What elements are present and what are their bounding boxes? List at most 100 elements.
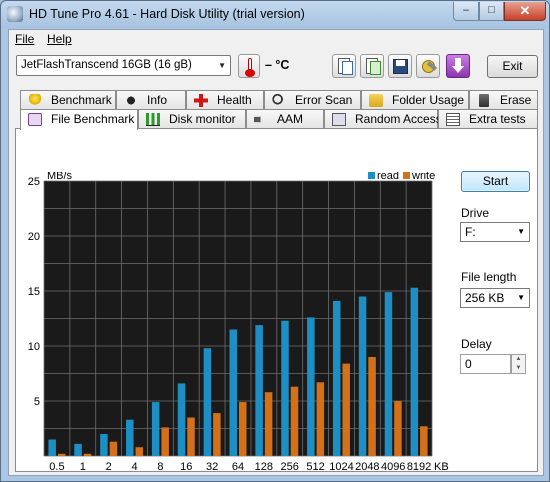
x-tick-label: 0.5 <box>49 461 64 473</box>
thermometer-icon[interactable] <box>238 54 260 78</box>
tab-disk-monitor[interactable]: Disk monitor <box>138 109 246 128</box>
save-button[interactable] <box>388 54 412 78</box>
tab-info-label: Info <box>147 93 168 107</box>
y-tick-label: 15 <box>28 286 40 298</box>
tab-aam[interactable]: AAM <box>246 109 324 128</box>
tab-disk-monitor-label: Disk monitor <box>169 112 236 126</box>
file-length-label: File length <box>461 270 517 284</box>
tab-file-benchmark-label: File Benchmark <box>51 112 135 126</box>
x-tick-label: 128 <box>255 461 273 473</box>
copy-text-button[interactable] <box>332 54 356 78</box>
x-tick-label: 2048 <box>355 461 379 473</box>
bar-write <box>83 453 92 456</box>
app-icon <box>7 6 23 22</box>
bar-write <box>394 401 402 456</box>
download-button[interactable] <box>446 54 470 78</box>
legend-swatch-write <box>403 172 410 179</box>
delay-spinner[interactable]: ▲ ▼ <box>511 354 526 374</box>
bar-read <box>410 287 419 456</box>
bar-read <box>255 325 263 456</box>
tab-random-access-label: Random Access <box>355 112 442 126</box>
bar-write <box>290 386 299 456</box>
spin-up-icon[interactable]: ▲ <box>512 355 525 364</box>
drive-select[interactable]: JetFlashTranscend 16GB (16 gB) ▼ <box>16 55 231 76</box>
tab-benchmark-label: Benchmark <box>51 93 112 107</box>
extra-tests-icon <box>446 113 460 126</box>
legend-write-label: write <box>411 172 435 182</box>
file-benchmark-icon <box>28 113 42 126</box>
x-tick-label: 1024 <box>329 461 353 473</box>
spin-down-icon[interactable]: ▼ <box>512 364 525 373</box>
tab-folder-usage-label: Folder Usage <box>392 93 465 107</box>
bar-read <box>177 383 186 456</box>
y-tick-label: 10 <box>28 341 40 353</box>
x-tick-label: 8192 <box>407 461 431 473</box>
bar-write <box>239 402 247 456</box>
file-length-dropdown[interactable]: 256 KB ▼ <box>460 288 530 308</box>
tab-health-label: Health <box>217 93 252 107</box>
bar-write <box>135 447 144 456</box>
bar-write <box>57 453 66 456</box>
title-bar[interactable]: HD Tune Pro 4.61 - Hard Disk Utility (tr… <box>1 1 549 28</box>
chevron-down-icon: ▼ <box>218 61 226 70</box>
x-tick-label: 16 <box>180 461 192 473</box>
x-tick-label: 4 <box>131 461 137 473</box>
bar-write <box>420 426 428 456</box>
y-axis-label: MB/s <box>47 172 73 182</box>
window-title: HD Tune Pro 4.61 - Hard Disk Utility (tr… <box>29 7 305 21</box>
random-access-icon <box>332 113 346 126</box>
tab-extra-tests[interactable]: Extra tests <box>438 109 538 128</box>
tab-error-scan[interactable]: Error Scan <box>264 90 361 109</box>
maximize-button[interactable]: □ <box>479 2 504 21</box>
bar-read <box>358 296 367 456</box>
x-tick-label: 512 <box>306 461 324 473</box>
bar-read <box>203 348 212 456</box>
x-tick-label: 64 <box>232 461 244 473</box>
trash-icon <box>479 94 489 107</box>
tab-erase[interactable]: Erase <box>469 90 538 109</box>
y-tick-label: 5 <box>34 396 40 408</box>
delay-input[interactable]: 0 <box>460 354 511 374</box>
x-unit-label: KB <box>434 461 449 473</box>
copy-image-button[interactable] <box>360 54 384 78</box>
bar-read <box>281 320 289 456</box>
benchmark-chart-svg: 5 10 15 20 25 0.5 1 2 4 8 16 32 64 128 256 512 1024 2048 4… <box>28 172 449 473</box>
tab-error-scan-label: Error Scan <box>295 93 353 107</box>
tab-random-access[interactable]: Random Access <box>324 109 442 128</box>
tab-aam-label: AAM <box>277 112 304 126</box>
exit-button[interactable]: Exit <box>487 55 538 78</box>
speaker-icon <box>254 113 266 126</box>
menu-help[interactable]: Help <box>47 32 72 46</box>
temperature-readout: – °C <box>265 58 290 72</box>
info-icon <box>124 94 138 107</box>
tab-erase-label: Erase <box>500 93 532 107</box>
options-button[interactable] <box>416 54 440 78</box>
tab-file-benchmark[interactable]: File Benchmark <box>20 109 138 130</box>
file-length-dropdown-value: 256 KB <box>465 291 505 305</box>
drive-select-value: JetFlashTranscend 16GB (16 gB) <box>21 59 192 71</box>
bar-read <box>48 439 56 456</box>
bar-read <box>229 329 237 456</box>
tab-folder-usage[interactable]: Folder Usage <box>361 90 469 109</box>
drive-dropdown[interactable]: F: ▼ <box>460 222 530 242</box>
minimize-button[interactable]: – <box>453 2 479 21</box>
close-button[interactable]: ✕ <box>504 2 546 21</box>
bar-read <box>384 292 393 456</box>
bar-read <box>151 402 160 456</box>
benchmark-chart: 5 10 15 20 25 0.5 1 2 4 8 16 32 64 128 256 512 1024 2048 4… <box>22 172 452 475</box>
app-window: HD Tune Pro 4.61 - Hard Disk Utility (tr… <box>0 0 550 482</box>
x-tick-label: 1 <box>80 461 86 473</box>
bar-read <box>126 419 134 456</box>
drive-label: Drive <box>461 206 490 220</box>
start-button[interactable]: Start <box>461 171 530 192</box>
client-area: File Help JetFlashTranscend 16GB (16 gB)… <box>8 29 544 476</box>
menu-file[interactable]: File <box>15 32 34 46</box>
tab-benchmark[interactable]: Benchmark <box>20 90 116 109</box>
tab-health[interactable]: Health <box>186 90 264 109</box>
folder-icon <box>369 94 383 107</box>
menu-bar: File Help <box>9 30 543 50</box>
tab-info[interactable]: Info <box>116 90 186 109</box>
delay-label: Delay <box>461 337 492 351</box>
bar-write <box>109 441 118 456</box>
chevron-down-icon: ▼ <box>517 293 525 302</box>
